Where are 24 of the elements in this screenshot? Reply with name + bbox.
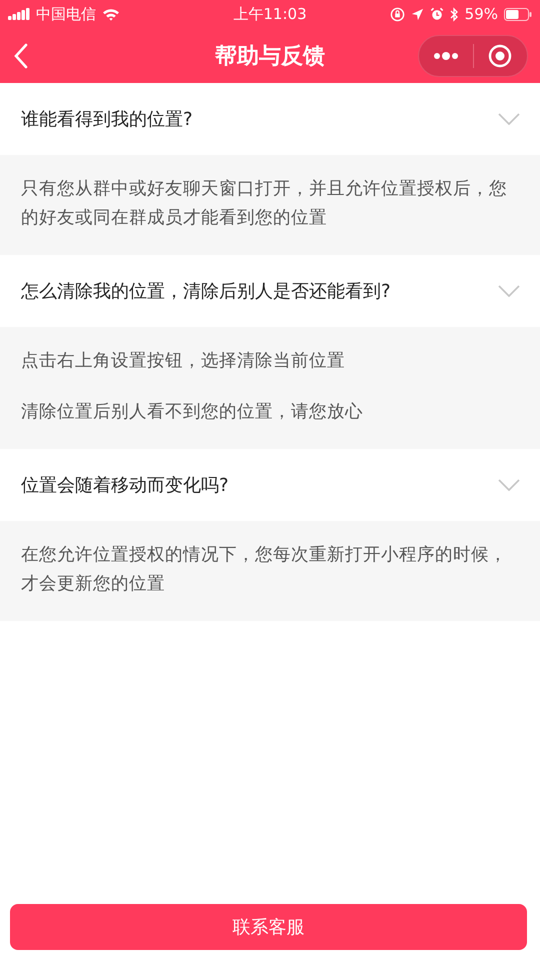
- more-dots-icon: [432, 52, 459, 60]
- question-text: 谁能看得到我的位置?: [21, 108, 193, 131]
- chevron-down-icon: [498, 113, 520, 125]
- battery-percent: 59%: [464, 5, 498, 23]
- rotation-lock-icon: [390, 6, 405, 22]
- back-chevron-icon: [14, 42, 28, 68]
- alarm-icon: [430, 7, 444, 21]
- answer-text: 清除位置后别人看不到您的位置，请您放心: [21, 401, 364, 424]
- page-title: 帮助与反馈: [215, 42, 325, 70]
- wifi-icon: [102, 8, 120, 20]
- answer-text: 在您允许位置授权的情况下，您每次重新打开小程序的时候，才会更新您的位置: [21, 544, 508, 596]
- answer-text: 只有您从群中或好友聊天窗口打开，并且允许位置授权后，您的好友或同在群成员才能看到您的位置: [21, 178, 508, 230]
- target-icon: [488, 44, 512, 68]
- bluetooth-icon: [450, 6, 459, 22]
- answer-text: 点击右上角设置按钮，选择清除当前位置: [21, 350, 346, 373]
- battery-icon: [504, 8, 532, 20]
- chevron-down-icon: [498, 285, 520, 297]
- question-text: 怎么清除我的位置，清除后别人是否还能看到?: [21, 280, 391, 303]
- location-arrow-icon: [410, 8, 424, 20]
- carrier-name: 中国电信: [36, 4, 96, 24]
- question-text: 位置会随着移动而变化吗?: [21, 474, 229, 497]
- clock-time: 上午11:03: [233, 4, 307, 24]
- chevron-down-icon: [498, 479, 520, 491]
- signal-icon: [8, 8, 30, 20]
